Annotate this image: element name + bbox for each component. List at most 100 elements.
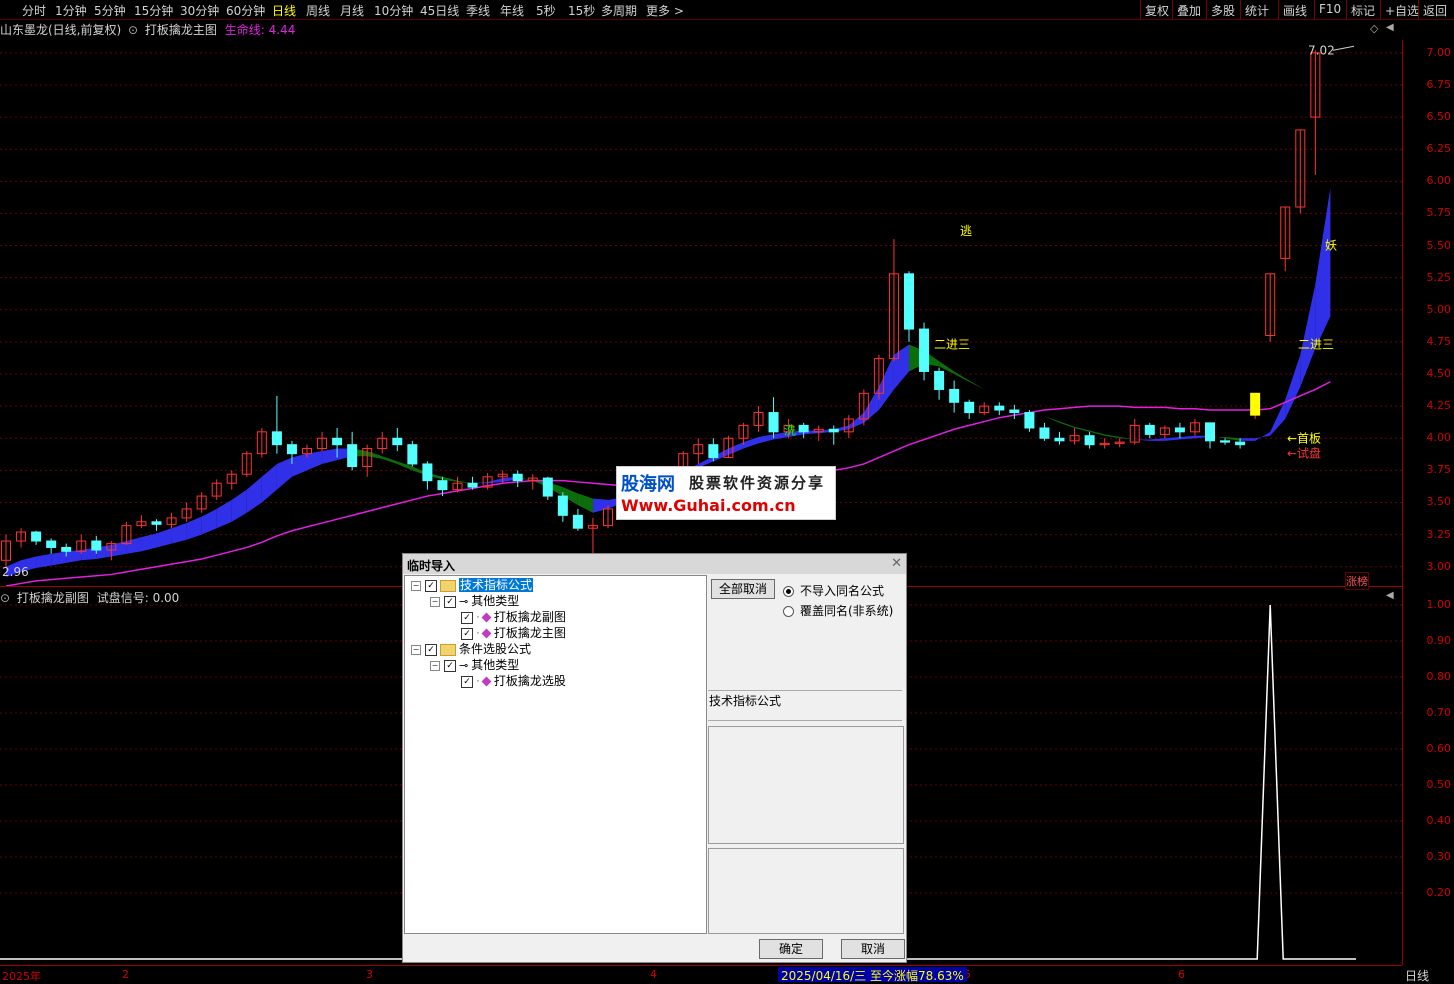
collapse-toggle-icon[interactable]: − — [411, 580, 421, 591]
candle-body — [347, 444, 358, 468]
category-divider — [708, 690, 902, 691]
candle-body — [994, 405, 1005, 411]
checkbox[interactable]: ✓ — [461, 675, 473, 688]
deselect-all-button[interactable]: 全部取消 — [711, 579, 775, 599]
formula-tree[interactable]: − ✓ 技术指标公式 − ✓ ⊸ 其他类型 ✓ · 打板擒龙副图 ✓ · 打板擒龙主图 − ✓ 条件选股公式 −… — [404, 575, 707, 934]
tree-node[interactable]: − ✓ ⊸ 其他类型 — [430, 658, 519, 672]
signal-tick: 1.00 — [1426, 598, 1452, 611]
candle-body — [949, 388, 960, 403]
tree-node[interactable]: ✓ · 打板擒龙选股 — [449, 674, 566, 688]
two-into-three-label: 二进三 — [1298, 337, 1334, 351]
period-tab[interactable]: 年线 — [500, 2, 524, 19]
collapse-toggle-icon[interactable]: − — [430, 660, 440, 671]
candle-body — [1174, 427, 1185, 433]
candle-body — [1235, 441, 1246, 446]
period-tab[interactable]: 周线 — [306, 2, 330, 19]
cancel-button[interactable]: 取消 — [841, 939, 905, 959]
checkbox[interactable]: ✓ — [444, 595, 456, 608]
description-panel[interactable] — [708, 726, 904, 844]
trend-band-segment — [1059, 421, 1075, 428]
radio-overwrite-same-name[interactable]: 覆盖同名(非系统) — [783, 602, 893, 619]
key-icon: ⊸ — [459, 595, 469, 608]
ok-button[interactable]: 确定 — [759, 939, 823, 959]
key-icon: ⊸ — [459, 659, 469, 672]
period-tab[interactable]: 15秒 — [568, 2, 595, 19]
preview-panel[interactable] — [708, 848, 904, 934]
toolbar-button[interactable]: 标记 — [1346, 0, 1379, 19]
radio-dot[interactable] — [783, 606, 794, 617]
tree-node[interactable]: − ✓ 条件选股公式 — [411, 642, 531, 656]
checkbox[interactable]: ✓ — [425, 579, 437, 592]
radio-dot[interactable] — [783, 586, 794, 597]
period-tab[interactable]: 45日线 — [420, 2, 459, 19]
main-chart-title: 山东墨龙(日线,前复权) ⊙ 打板擒龙主图 生命线: 4.44 — [0, 21, 295, 38]
import-dialog: 临时导入 ✕ − ✓ 技术指标公式 − ✓ ⊸ 其他类型 ✓ · 打板擒龙副图 ✓ · 打板擒龙主图 − ✓… — [402, 553, 907, 963]
period-tab[interactable]: 分时 — [22, 2, 46, 19]
period-tab[interactable]: 15分钟 — [134, 2, 173, 19]
candle-body — [1084, 435, 1095, 446]
trend-band-segment — [171, 523, 187, 544]
settings-icon[interactable]: ⊙ — [128, 23, 138, 37]
formula-icon — [481, 676, 492, 687]
candle-body — [271, 431, 282, 446]
first-board-label: ←首板 — [1287, 431, 1321, 445]
signal-tick: 0.60 — [1426, 742, 1452, 755]
checkbox[interactable]: ✓ — [444, 659, 456, 672]
toolbar-button[interactable]: 画线 — [1278, 0, 1311, 19]
period-tab[interactable]: 季线 — [466, 2, 490, 19]
period-tab[interactable]: 30分钟 — [180, 2, 219, 19]
trend-band-segment — [231, 489, 247, 522]
candle-body — [31, 531, 42, 542]
period-tab[interactable]: 5分钟 — [94, 2, 126, 19]
trend-band-segment — [728, 442, 744, 455]
price-axis[interactable]: 7.00 6.75 6.50 6.25 6.00 5.75 5.50 5.25 5.00 4.75… — [1402, 40, 1454, 965]
date-axis[interactable]: 2025年 2 3 4 5 6 — [0, 965, 1402, 984]
period-tab[interactable]: 多周期 — [601, 2, 637, 19]
toolbar-button[interactable]: 返回 — [1418, 0, 1451, 19]
close-icon[interactable]: ✕ — [891, 556, 902, 571]
toolbar-button[interactable]: 叠加 — [1172, 0, 1205, 19]
period-tab[interactable]: 日线 — [272, 2, 296, 19]
toolbar-button[interactable]: 复权 — [1140, 0, 1173, 19]
toolbar-button[interactable]: 多股 — [1206, 0, 1239, 19]
tree-node[interactable]: ✓ · 打板擒龙副图 — [449, 610, 566, 624]
dialog-title-bar[interactable]: 临时导入 ✕ — [403, 554, 906, 574]
tree-node[interactable]: − ✓ ⊸ 其他类型 — [430, 594, 519, 608]
collapse-icon[interactable]: ◀ — [1386, 22, 1394, 33]
trend-band-segment — [216, 499, 232, 529]
tree-node[interactable]: ✓ · 打板擒龙主图 — [449, 626, 566, 640]
period-toolbar: 分时 1分钟 5分钟 15分钟 30分钟 60分钟 日线 周线 月线 10分钟 45日线 季线 年线 5秒… — [0, 0, 1454, 20]
trend-band-segment — [1179, 435, 1195, 440]
period-tab[interactable]: 1分钟 — [55, 2, 87, 19]
collapse-toggle-icon[interactable]: − — [430, 596, 440, 607]
period-tab[interactable]: 10分钟 — [374, 2, 413, 19]
toolbar-button[interactable]: 统计 — [1240, 0, 1273, 19]
checkbox[interactable]: ✓ — [461, 611, 473, 624]
period-tab[interactable]: 5秒 — [536, 2, 556, 19]
checkbox[interactable]: ✓ — [425, 643, 437, 656]
main-indicator-name[interactable]: 打板擒龙主图 — [145, 23, 217, 37]
radio-skip-same-name[interactable]: 不导入同名公式 — [783, 582, 884, 599]
period-label[interactable]: 日线 — [1405, 967, 1429, 984]
period-tab[interactable]: 更多 > — [646, 2, 684, 19]
toolbar-button[interactable]: F10 — [1314, 0, 1345, 19]
diamond-icon[interactable]: ◇ — [1370, 22, 1378, 35]
trend-band-segment — [141, 533, 157, 552]
period-tab[interactable]: 月线 — [340, 2, 364, 19]
toolbar-button[interactable]: +自选 — [1380, 0, 1423, 19]
folder-icon — [440, 643, 456, 656]
trend-band-segment — [878, 354, 894, 410]
trend-band-segment — [1315, 187, 1331, 349]
watermark-logo: 股海网 — [621, 474, 675, 495]
candle-body — [1250, 392, 1261, 416]
tree-node[interactable]: − ✓ 技术指标公式 — [411, 578, 534, 592]
price-tick: 6.75 — [1426, 77, 1452, 91]
period-tab[interactable]: 60分钟 — [226, 2, 265, 19]
trend-band-segment — [984, 389, 1000, 398]
stock-title[interactable]: 山东墨龙(日线,前复权) — [0, 23, 121, 37]
trend-band-segment — [999, 397, 1015, 404]
collapse-toggle-icon[interactable]: − — [411, 644, 421, 655]
checkbox[interactable]: ✓ — [461, 627, 473, 640]
price-tick: 5.25 — [1426, 270, 1452, 284]
candle-body — [904, 273, 914, 330]
